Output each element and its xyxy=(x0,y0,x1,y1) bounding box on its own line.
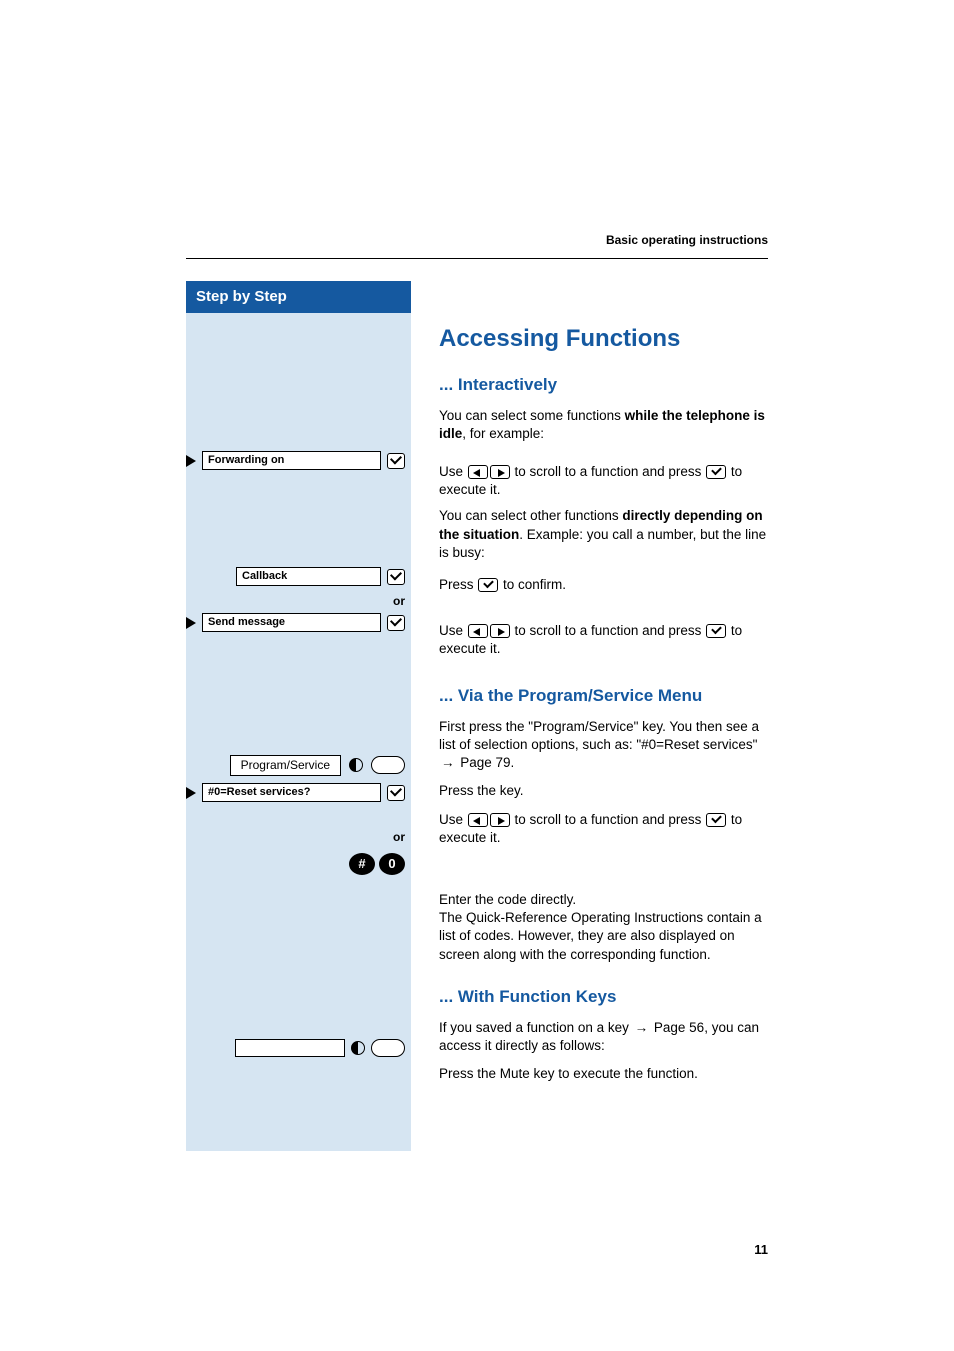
paragraph: Press the key. xyxy=(439,782,768,800)
step-by-step-sidebar: Step by Step Forwarding on Callback or S… xyxy=(186,281,411,1151)
scroll-left-key-icon xyxy=(468,624,488,638)
arrow-right-icon xyxy=(186,787,196,799)
paragraph: You can select other functions directly … xyxy=(439,507,768,562)
scroll-right-key-icon xyxy=(490,465,510,479)
confirm-key-icon xyxy=(706,465,726,479)
page-number: 11 xyxy=(186,1241,768,1259)
arrow-right-icon: → xyxy=(441,754,455,772)
paragraph: Use to scroll to a function and press to… xyxy=(439,811,768,847)
paragraph: First press the "Program/Service" key. Y… xyxy=(439,718,768,773)
paragraph: If you saved a function on a key → Page … xyxy=(439,1019,768,1055)
arrow-right-icon: → xyxy=(635,1019,649,1037)
confirm-key-icon xyxy=(478,578,498,592)
scroll-right-key-icon xyxy=(490,813,510,827)
pill-key-icon xyxy=(371,756,405,774)
led-half-icon xyxy=(351,1041,365,1055)
sidebar-title: Step by Step xyxy=(186,281,411,313)
zero-key-icon: 0 xyxy=(379,853,405,875)
scroll-right-key-icon xyxy=(490,624,510,638)
or-label: or xyxy=(393,829,405,845)
key-row-mute xyxy=(235,1039,405,1057)
hash-key-icon: # xyxy=(349,853,375,875)
display-callback: Callback xyxy=(236,567,381,586)
dialpad-hash-zero: # 0 xyxy=(349,853,405,875)
key-row-program-service: Program/Service xyxy=(230,755,405,775)
confirm-key-icon xyxy=(387,453,405,469)
paragraph: Use to scroll to a function and press to… xyxy=(439,463,768,499)
running-head: Basic operating instructions xyxy=(186,232,768,259)
confirm-key-icon xyxy=(706,624,726,638)
function-key-program-service: Program/Service xyxy=(230,755,341,775)
subheading-function-keys: ... With Function Keys xyxy=(439,986,768,1009)
pill-key-icon xyxy=(371,1039,405,1057)
blank-key-label xyxy=(235,1039,345,1057)
arrow-right-icon xyxy=(186,617,196,629)
main-content: Accessing Functions ... Interactively Yo… xyxy=(439,281,768,1151)
paragraph: Use to scroll to a function and press to… xyxy=(439,622,768,658)
subheading-interactively: ... Interactively xyxy=(439,374,768,397)
display-reset: #0=Reset services? xyxy=(202,783,381,802)
confirm-key-icon xyxy=(706,813,726,827)
scroll-left-key-icon xyxy=(468,813,488,827)
display-row-send-message: Send message xyxy=(186,613,405,632)
confirm-key-icon xyxy=(387,569,405,585)
scroll-left-key-icon xyxy=(468,465,488,479)
heading-accessing-functions: Accessing Functions xyxy=(439,323,768,355)
or-label: or xyxy=(393,593,405,609)
paragraph: Press to confirm. xyxy=(439,576,768,594)
led-half-icon xyxy=(349,758,363,772)
paragraph: Enter the code directly. The Quick-Refer… xyxy=(439,891,768,964)
confirm-key-icon xyxy=(387,615,405,631)
display-row-forwarding: Forwarding on xyxy=(186,451,405,470)
confirm-key-icon xyxy=(387,785,405,801)
display-send-message: Send message xyxy=(202,613,381,632)
display-row-callback: Callback xyxy=(236,567,405,586)
paragraph: Press the Mute key to execute the functi… xyxy=(439,1065,768,1083)
display-forwarding: Forwarding on xyxy=(202,451,381,470)
arrow-right-icon xyxy=(186,455,196,467)
display-row-reset: #0=Reset services? xyxy=(186,783,405,802)
subheading-program-service: ... Via the Program/Service Menu xyxy=(439,685,768,708)
paragraph: You can select some functions while the … xyxy=(439,407,768,443)
